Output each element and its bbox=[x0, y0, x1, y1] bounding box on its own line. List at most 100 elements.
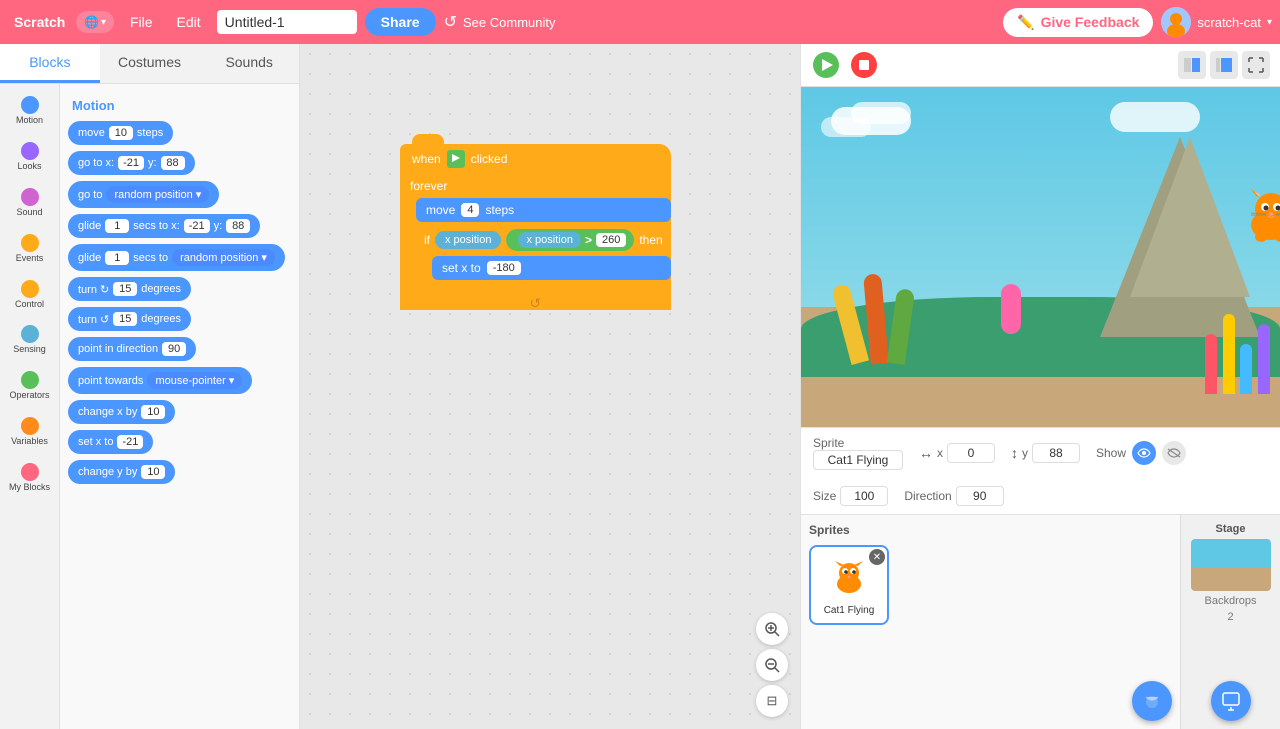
x-value-input[interactable] bbox=[947, 443, 995, 463]
clicked-label: clicked bbox=[471, 152, 508, 166]
script-area[interactable]: when clicked forever bbox=[300, 44, 800, 689]
compare-value[interactable]: 260 bbox=[596, 233, 626, 247]
size-group: Size bbox=[813, 486, 888, 506]
community-icon: ↺ bbox=[444, 12, 457, 32]
hide-button[interactable] bbox=[1162, 441, 1186, 465]
edit-menu[interactable]: Edit bbox=[169, 10, 209, 34]
sprite-thumbnail-cat1flying[interactable]: ✕ bbox=[809, 545, 889, 625]
sprites-header: Sprites bbox=[809, 523, 1172, 537]
stage-thumbnail[interactable] bbox=[1191, 539, 1271, 591]
user-menu[interactable]: scratch-cat ▾ bbox=[1161, 7, 1272, 37]
zoom-fit-button[interactable]: ⊟ bbox=[756, 685, 788, 717]
language-button[interactable]: 🌐 ▾ bbox=[76, 11, 114, 33]
forever-label: forever bbox=[410, 179, 447, 193]
zoom-out-button[interactable] bbox=[756, 649, 788, 681]
show-visible-button[interactable] bbox=[1132, 441, 1156, 465]
zoom-controls: ⊟ bbox=[756, 613, 788, 717]
x-arrows-icon: ↔ bbox=[919, 445, 933, 461]
block-goto-xy[interactable]: go to x: -21 y: 88 bbox=[68, 151, 291, 175]
set-x-block[interactable]: set x to -180 bbox=[432, 256, 671, 280]
block-set-x[interactable]: set x to -21 bbox=[68, 430, 291, 454]
block-point-direction[interactable]: point in direction 90 bbox=[68, 337, 291, 361]
tab-blocks[interactable]: Blocks bbox=[0, 44, 100, 83]
category-motion[interactable]: Motion bbox=[3, 90, 57, 132]
if-then-block[interactable]: if x position x position bbox=[416, 224, 671, 296]
stage-label: Stage bbox=[1216, 523, 1246, 535]
scratch-logo[interactable]: Scratch bbox=[8, 8, 68, 36]
direction-input[interactable] bbox=[956, 486, 1004, 506]
stop-button[interactable] bbox=[849, 50, 879, 80]
move-4-steps-block[interactable]: move 4 steps bbox=[416, 198, 671, 222]
y-coord-group: ↕ y bbox=[1011, 443, 1080, 463]
file-menu[interactable]: File bbox=[122, 10, 161, 34]
green-flag-button[interactable] bbox=[811, 50, 841, 80]
forever-block[interactable]: forever move 4 steps bbox=[400, 174, 671, 310]
motion-section-title: Motion bbox=[72, 98, 291, 113]
script-area-panel[interactable]: when clicked forever bbox=[300, 44, 800, 729]
see-community-button[interactable]: ↺ See Community bbox=[444, 12, 556, 32]
blocks-list: Motion move 10 steps go to x: -21 y: 88 bbox=[60, 84, 299, 729]
show-group: Show bbox=[1096, 441, 1186, 465]
tab-sounds[interactable]: Sounds bbox=[199, 44, 299, 83]
sprite-name-label: Cat1 Flying bbox=[822, 603, 877, 618]
y-arrows-icon: ↕ bbox=[1011, 445, 1018, 461]
sprite-name-input[interactable] bbox=[813, 450, 903, 470]
x-position-block[interactable]: x position bbox=[435, 231, 501, 249]
give-feedback-button[interactable]: ✏️ Give Feedback bbox=[1003, 8, 1153, 37]
script-blocks-container[interactable]: when clicked forever bbox=[400, 144, 671, 310]
stage-canvas bbox=[801, 87, 1280, 427]
stage-controls bbox=[811, 50, 879, 80]
top-navigation: Scratch 🌐 ▾ File Edit Share ↺ See Commun… bbox=[0, 0, 1280, 44]
sprite-name-group: Sprite bbox=[813, 436, 903, 470]
sprite-delete-button[interactable]: ✕ bbox=[869, 549, 885, 565]
stage-layout-buttons bbox=[1178, 51, 1270, 79]
y-value-input[interactable] bbox=[1032, 443, 1080, 463]
block-change-y[interactable]: change y by 10 bbox=[68, 460, 291, 484]
category-control[interactable]: Control bbox=[3, 274, 57, 316]
greater-than-block[interactable]: x position > 260 bbox=[506, 229, 634, 251]
block-turn-right[interactable]: turn ↻ 15 degrees bbox=[68, 277, 291, 301]
block-glide-to-random[interactable]: glide 1 secs to random position ▾ bbox=[68, 244, 291, 271]
project-title-input[interactable] bbox=[217, 10, 357, 34]
sprite-thumb-image bbox=[824, 553, 874, 603]
when-flag-clicked-block[interactable]: when clicked bbox=[400, 144, 671, 174]
direction-group: Direction bbox=[904, 486, 1003, 506]
zoom-in-button[interactable] bbox=[756, 613, 788, 645]
block-move-steps[interactable]: move 10 steps bbox=[68, 121, 291, 145]
small-stage-button[interactable] bbox=[1178, 51, 1206, 79]
category-sensing[interactable]: Sensing bbox=[3, 319, 57, 361]
sprites-list: Sprites ✕ bbox=[801, 515, 1180, 729]
tabs-bar: Blocks Costumes Sounds bbox=[0, 44, 299, 84]
pencil-icon: ✏️ bbox=[1017, 14, 1034, 31]
category-operators[interactable]: Operators bbox=[3, 365, 57, 407]
add-sprite-button[interactable] bbox=[1132, 681, 1172, 721]
blocks-categories: Motion Looks Sound Events Control bbox=[0, 84, 60, 729]
move-value[interactable]: 4 bbox=[461, 203, 479, 217]
size-input[interactable] bbox=[840, 486, 888, 506]
category-myblocks[interactable]: My Blocks bbox=[3, 457, 57, 499]
category-sound[interactable]: Sound bbox=[3, 182, 57, 224]
username-label: scratch-cat bbox=[1197, 15, 1261, 30]
block-goto-random[interactable]: go to random position ▾ bbox=[68, 181, 291, 208]
category-looks[interactable]: Looks bbox=[3, 136, 57, 178]
block-turn-left[interactable]: turn ↺ 15 degrees bbox=[68, 307, 291, 331]
category-variables[interactable]: Variables bbox=[3, 411, 57, 453]
block-glide-to-xy[interactable]: glide 1 secs to x: -21 y: 88 bbox=[68, 214, 291, 238]
share-button[interactable]: Share bbox=[365, 8, 436, 36]
give-feedback-label: Give Feedback bbox=[1041, 14, 1140, 30]
stage-panel: Stage Backdrops 2 bbox=[1180, 515, 1280, 729]
see-community-label: See Community bbox=[463, 15, 555, 30]
category-events[interactable]: Events bbox=[3, 228, 57, 270]
set-x-value[interactable]: -180 bbox=[487, 261, 521, 275]
block-change-x[interactable]: change x by 10 bbox=[68, 400, 291, 424]
tab-costumes[interactable]: Costumes bbox=[100, 44, 200, 83]
user-chevron: ▾ bbox=[1267, 17, 1272, 28]
stage-cat-sprite bbox=[1231, 187, 1280, 247]
block-point-towards[interactable]: point towards mouse-pointer ▾ bbox=[68, 367, 291, 394]
when-label: when bbox=[412, 152, 441, 166]
large-stage-button[interactable] bbox=[1210, 51, 1238, 79]
green-flag-icon bbox=[447, 150, 465, 168]
add-backdrop-button[interactable] bbox=[1211, 681, 1251, 721]
fullscreen-button[interactable] bbox=[1242, 51, 1270, 79]
backdrops-count: 2 bbox=[1227, 611, 1233, 623]
